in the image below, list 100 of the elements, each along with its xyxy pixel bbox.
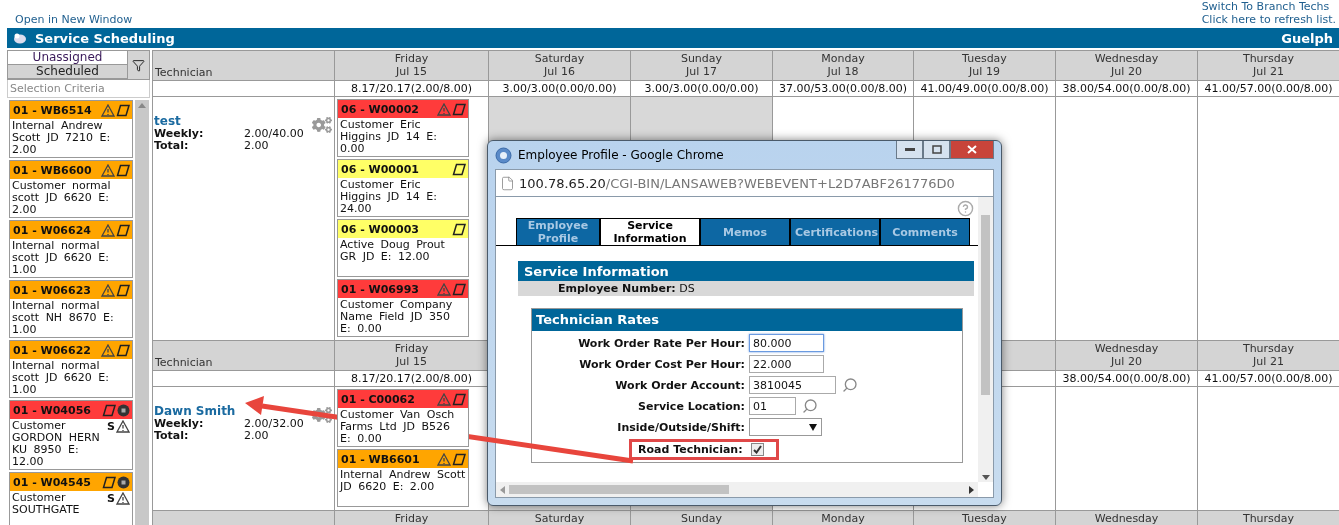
warning-icon: [437, 102, 451, 116]
horizontal-scrollbar[interactable]: [496, 482, 978, 497]
day-name: Wednesday: [1094, 512, 1159, 525]
work-order-details: Internal Andrew Scott JD 6620 E: 2.00: [340, 469, 466, 493]
weekly-label: Weekly:: [154, 128, 205, 140]
field-label: Work Order Rate Per Hour:: [577, 336, 746, 350]
technician-name[interactable]: test: [154, 115, 304, 128]
day-date: Jul 16: [544, 65, 575, 78]
warning-icon: [437, 392, 451, 406]
work-order-card[interactable]: 06 - W00002 Customer Eric Higgins JD 14 E: 0.00: [337, 99, 469, 157]
page-title: Service Scheduling: [35, 30, 175, 46]
day-name: Saturday: [534, 512, 585, 525]
tablet-icon: [116, 103, 130, 117]
header-link[interactable]: Click here to refresh list.: [1201, 13, 1336, 26]
field-label: Work Order Account:: [614, 378, 746, 392]
scrollbar[interactable]: [135, 100, 149, 525]
day-name: Sunday: [680, 52, 723, 65]
tablet-icon: [452, 222, 466, 236]
work-order-details: Active Doug Prout GR JD E: 12.00: [340, 239, 446, 263]
browser-app-icon: [495, 146, 512, 164]
day-name: Friday: [394, 512, 429, 525]
settings-icon[interactable]: [312, 115, 332, 135]
scroll-right-icon: [969, 485, 974, 494]
profile-tab[interactable]: Service Information: [600, 218, 700, 245]
day-hours-summary: 38.00/54.00(0.00/8.00): [1062, 82, 1191, 95]
day-hours-summary: 8.17/20.17(2.00/8.00): [351, 372, 472, 385]
help-icon[interactable]: [957, 200, 974, 216]
profile-tab[interactable]: Memos: [700, 218, 790, 245]
warning-icon: [101, 163, 115, 177]
day-name: Thursday: [1242, 342, 1295, 355]
day-hours-summary: 8.17/20.17(2.00/8.00): [351, 82, 472, 95]
tablet-icon: [102, 475, 116, 489]
tablet-icon: [452, 102, 466, 116]
work-order-card[interactable]: 01 - WB6600 Customer normal scott JD 6620 E: 2.00: [9, 160, 133, 218]
app-icon: [13, 32, 27, 44]
minimize-button[interactable]: [896, 141, 923, 159]
close-button[interactable]: [950, 141, 994, 159]
work-order-details: Customer Company Name Field JD 350 E: 0.00: [340, 299, 454, 335]
minimize-icon: [904, 147, 915, 152]
text-field[interactable]: 22.000: [749, 355, 824, 373]
filter-button[interactable]: [127, 51, 149, 79]
address-bar[interactable]: 100.78.65.20/CGI-BIN/LANSAWEB?WEBEVENT+L2D7ABF261776D0: [495, 169, 994, 197]
employee-number: Employee Number: DS: [518, 281, 974, 296]
weekly-hours: 2.00/40.00: [244, 128, 304, 140]
technician-name[interactable]: Dawn Smith: [154, 405, 304, 418]
maximize-icon: [931, 145, 942, 154]
vertical-scrollbar[interactable]: [978, 197, 993, 482]
search-icon[interactable]: [842, 377, 858, 393]
weekly-hours: 2.00/32.00: [244, 418, 304, 430]
open-new-window-link[interactable]: Open in New Window: [15, 13, 133, 28]
tablet-icon: [116, 343, 130, 357]
day-name: Friday: [394, 342, 429, 355]
day-name: Tuesday: [962, 512, 1007, 525]
day-date: Jul 20: [1111, 65, 1142, 78]
warning-icon: [101, 103, 115, 117]
list-tab[interactable]: Scheduled: [8, 65, 127, 79]
day-date: Jul 21: [1253, 65, 1284, 78]
day-hours-summary: 3.00/3.00(0.00/0.00): [502, 82, 617, 95]
scroll-down-icon: [981, 475, 990, 480]
work-order-card[interactable]: 01 - W04545 Customer SOUTHGATE S: [9, 472, 133, 525]
work-order-details: Customer Eric Higgins JD 14 E: 0.00: [340, 119, 438, 155]
work-order-card[interactable]: 06 - W00003 Active Doug Prout GR JD E: 12.00: [337, 219, 469, 277]
work-order-card[interactable]: 01 - W06993 Customer Company Name Field JD 350 E: 0.00: [337, 279, 469, 337]
day-hours-summary: 41.00/57.00(0.00/8.00): [1204, 372, 1333, 385]
work-order-card[interactable]: 01 - W06622 Internal normal scott JD 6620 E: 1.00: [9, 340, 133, 398]
day-hours-summary: 41.00/49.00(0.00/8.00): [920, 82, 1049, 95]
work-order-card[interactable]: 06 - W00001 Customer Eric Higgins JD 14 E: 24.00: [337, 159, 469, 217]
work-order-details: Customer SOUTHGATE: [12, 492, 81, 516]
window-title: Employee Profile - Google Chrome: [518, 148, 724, 162]
scroll-up-icon: [138, 103, 146, 108]
work-order-details: Internal normal scott JD 6620 E: 1.00: [12, 240, 110, 276]
dropdown[interactable]: [749, 418, 822, 436]
settings-icon[interactable]: [312, 405, 332, 425]
day-name: Thursday: [1242, 512, 1295, 525]
work-order-card[interactable]: 01 - WB6514 Internal Andrew Scott JD 7210 E: 2.00: [9, 100, 133, 158]
search-icon[interactable]: [802, 398, 818, 414]
field-label: Inside/Outside/Shift:: [616, 420, 746, 434]
day-date: Jul 19: [969, 65, 1000, 78]
work-order-card[interactable]: 01 - W06624 Internal normal scott JD 6620 E: 1.00: [9, 220, 133, 278]
work-order-details: Customer normal scott JD 6620 E: 2.00: [12, 180, 112, 216]
warning-icon: [116, 420, 130, 433]
warning-icon: [437, 452, 451, 466]
day-date: Jul 21: [1253, 355, 1284, 368]
header-link[interactable]: Switch To Branch Techs: [1201, 0, 1330, 13]
work-order-card[interactable]: 01 - W04056 Customer GORDON HERN KU 8950 E: 12.00 S: [9, 400, 133, 470]
maximize-button[interactable]: [923, 141, 950, 159]
work-order-card[interactable]: 01 - WB6601 Internal Andrew Scott JD 6620 E: 2.00: [337, 449, 469, 507]
work-order-code: 06 - W00002: [341, 102, 419, 116]
selection-criteria[interactable]: Selection Criteria: [7, 80, 150, 98]
check-icon: [752, 445, 762, 454]
warning-icon: [437, 282, 451, 296]
text-field[interactable]: 3810045: [749, 376, 836, 394]
flag-letter: S: [107, 420, 115, 433]
work-order-code: 01 - W04056: [13, 403, 91, 417]
text-field[interactable]: 80.000: [749, 334, 824, 352]
work-order-card[interactable]: 01 - W06623 Internal normal scott NH 8670 E: 1.00: [9, 280, 133, 338]
list-tab[interactable]: Unassigned: [8, 51, 127, 65]
work-order-card[interactable]: 01 - C00062 Customer Van Osch Farms Ltd JD B526 E: 0.00: [337, 389, 469, 447]
checkbox[interactable]: [750, 443, 764, 456]
text-field[interactable]: 01: [749, 397, 796, 415]
